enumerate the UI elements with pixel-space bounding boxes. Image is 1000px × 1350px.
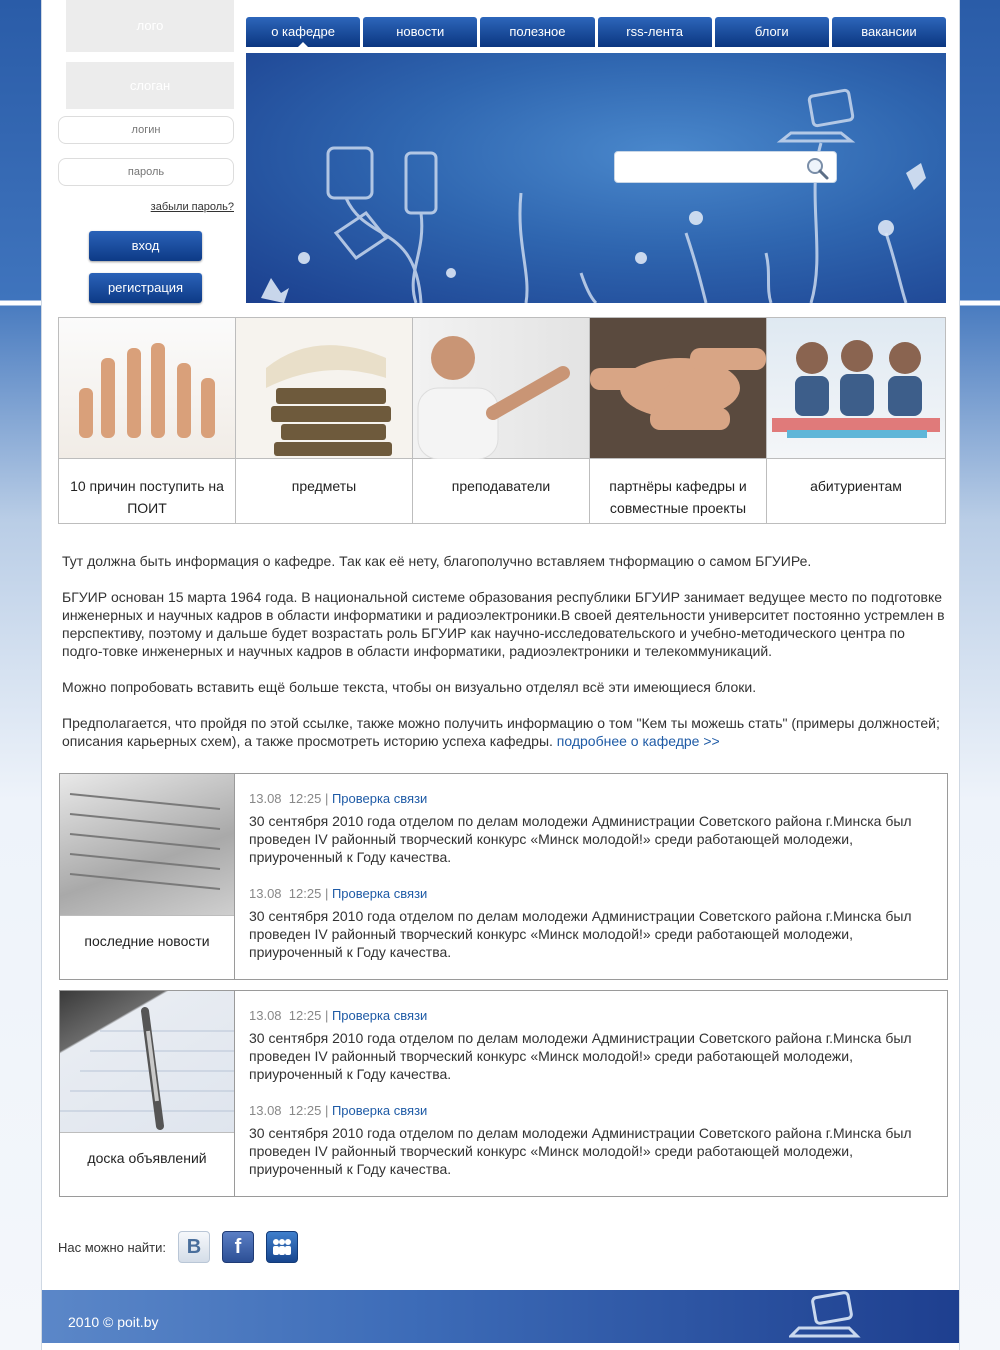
card-partners[interactable]: партнёры кафедры и совместные проекты	[590, 318, 767, 523]
search-box[interactable]	[614, 151, 837, 183]
ad-title-link[interactable]: Проверка связи	[332, 1008, 427, 1023]
more-about-link[interactable]: подробнее о кафедре >>	[557, 733, 720, 749]
notepad-pen-image	[60, 991, 234, 1133]
card-reasons[interactable]: 10 причин поступить на ПОИТ	[59, 318, 236, 523]
card-subjects[interactable]: предметы	[236, 318, 413, 523]
vk-glyph: В	[186, 1235, 202, 1258]
about-paragraph: Предполагается, что пройдя по этой ссылк…	[62, 714, 946, 750]
tab-vacancies[interactable]: вакансии	[831, 17, 947, 47]
news-side: последние новости	[60, 774, 235, 979]
news-time: 12:25	[288, 791, 322, 806]
vkontakte-icon[interactable]: В	[177, 1231, 210, 1263]
ad-item: 13.08 12:25 | Проверка связи 30 сентября…	[249, 1102, 933, 1178]
ads-side: доска объявлений	[60, 991, 235, 1196]
card-teachers[interactable]: преподаватели	[413, 318, 590, 523]
hands-image	[590, 318, 766, 459]
search-icon[interactable]	[804, 155, 830, 181]
card-label: партнёры кафедры и совместные проекты	[609, 478, 747, 516]
news-text: 30 сентября 2010 года отделом по делам м…	[249, 813, 912, 865]
tab-about[interactable]: о кафедре	[246, 17, 361, 47]
about-paragraph: БГУИР основан 15 марта 1964 года. В наци…	[62, 589, 945, 659]
myspace-glyph	[272, 1239, 291, 1255]
news-item: 13.08 12:25 | Проверка связи 30 сентября…	[249, 885, 933, 961]
fb-glyph: f	[234, 1235, 242, 1258]
ad-text: 30 сентября 2010 года отделом по делам м…	[249, 1030, 912, 1082]
news-date: 13.08	[249, 886, 282, 901]
about-section: Тут должна быть информация о кафедре. Та…	[62, 552, 946, 768]
register-button[interactable]: регистрация	[89, 273, 202, 303]
logo-placeholder: лого	[66, 0, 234, 52]
ad-time: 12:25	[288, 1103, 322, 1118]
ad-item: 13.08 12:25 | Проверка связи 30 сентября…	[249, 1007, 933, 1083]
about-paragraph: Тут должна быть информация о кафедре. Та…	[62, 553, 812, 569]
card-label: предметы	[291, 478, 357, 494]
ads-block-label[interactable]: доска объявлений	[60, 1133, 234, 1196]
social-label: Нас можно найти:	[58, 1239, 166, 1255]
news-title-link[interactable]: Проверка связи	[332, 886, 427, 901]
tab-rss[interactable]: rss-лента	[597, 17, 712, 47]
tab-news[interactable]: новости	[363, 17, 478, 47]
login-input[interactable]	[58, 116, 234, 144]
tab-useful[interactable]: полезное	[480, 17, 595, 47]
about-text: Предполагается, что пройдя по этой ссылк…	[62, 715, 940, 749]
password-input[interactable]	[58, 158, 234, 186]
banner-illustration	[261, 88, 926, 303]
laptop-icon	[789, 1291, 861, 1338]
news-block: последние новости 13.08 12:25 | Проверка…	[59, 773, 948, 980]
ad-date: 13.08	[249, 1008, 282, 1023]
ad-title-link[interactable]: Проверка связи	[332, 1103, 427, 1118]
header-banner	[246, 53, 946, 303]
news-time: 12:25	[288, 886, 322, 901]
news-block-label[interactable]: последние новости	[60, 916, 234, 979]
login-button[interactable]: вход	[89, 231, 202, 261]
teacher-image	[413, 318, 589, 460]
footer: 2010 © poit.by	[42, 1290, 959, 1343]
ad-text: 30 сентября 2010 года отделом по делам м…	[249, 1125, 912, 1177]
card-label: 10 причин поступить на ПОИТ	[70, 478, 224, 516]
card-label: преподаватели	[451, 478, 551, 494]
social-links: Нас можно найти: В f	[58, 1231, 298, 1263]
ads-block: доска объявлений 13.08 12:25 | Проверка …	[59, 990, 948, 1197]
tab-blogs[interactable]: блоги	[714, 17, 829, 47]
newspaper-image	[60, 774, 234, 916]
news-title-link[interactable]: Проверка связи	[332, 791, 427, 806]
copyright: 2010 © poit.by	[68, 1314, 159, 1330]
quick-links-cards: 10 причин поступить на ПОИТ предметы пре…	[58, 317, 946, 524]
page-container: лого слоган забыли пароль? вход регистра…	[41, 0, 960, 1350]
forgot-password-link[interactable]: забыли пароль?	[142, 201, 234, 213]
card-applicants[interactable]: абитуриентам	[767, 318, 945, 523]
news-item: 13.08 12:25 | Проверка связи 30 сентября…	[249, 790, 933, 866]
news-list: 13.08 12:25 | Проверка связи 30 сентября…	[235, 774, 947, 979]
slogan-placeholder: слоган	[66, 62, 234, 109]
students-image	[767, 318, 945, 459]
news-text: 30 сентября 2010 года отделом по делам м…	[249, 908, 912, 960]
facebook-icon[interactable]: f	[221, 1231, 254, 1263]
ad-time: 12:25	[288, 1008, 322, 1023]
thumbs-up-image	[59, 318, 235, 459]
main-nav: о кафедре новости полезное rss-лента бло…	[246, 17, 947, 47]
about-paragraph: Можно попробовать вставить ещё больше те…	[62, 679, 757, 695]
ad-date: 13.08	[249, 1103, 282, 1118]
myspace-icon[interactable]	[265, 1231, 298, 1263]
card-label: абитуриентам	[810, 478, 902, 494]
books-image	[236, 318, 412, 459]
ads-list: 13.08 12:25 | Проверка связи 30 сентября…	[235, 991, 947, 1196]
news-date: 13.08	[249, 791, 282, 806]
